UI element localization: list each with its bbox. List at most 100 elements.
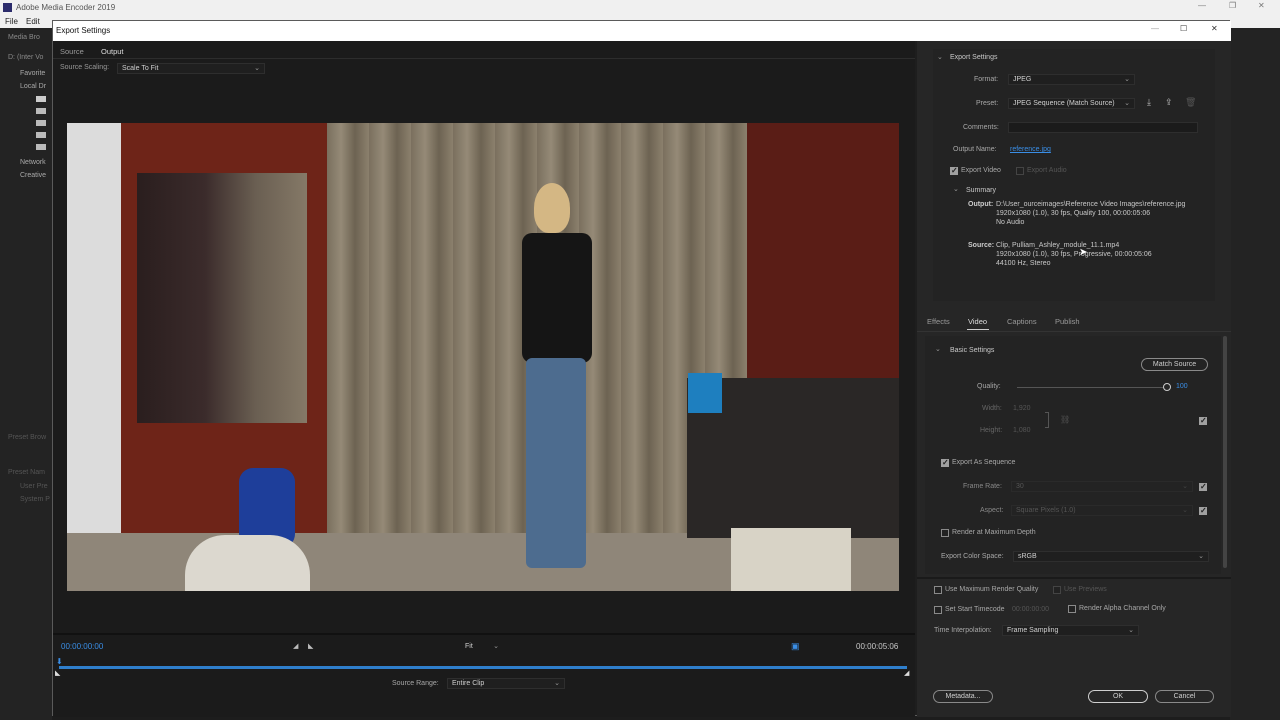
- ok-label: OK: [1112, 693, 1124, 700]
- set-start-timecode-checkbox[interactable]: [934, 606, 942, 614]
- export-as-sequence-checkbox[interactable]: [941, 458, 949, 467]
- close-icon[interactable]: ✕: [1258, 1, 1265, 10]
- menu-file[interactable]: File: [5, 17, 18, 26]
- fit-dropdown[interactable]: Fit ⌄: [460, 641, 504, 652]
- frame-rate-value: 30: [1016, 483, 1024, 490]
- tab-output[interactable]: Output: [101, 47, 124, 56]
- restore-icon[interactable]: ❐: [1229, 1, 1236, 10]
- fridge: [67, 123, 121, 553]
- bottom-divider: [917, 577, 1231, 579]
- dialog-minimize-icon[interactable]: —: [1151, 24, 1159, 33]
- minimize-icon[interactable]: —: [1198, 1, 1206, 10]
- cooler: [688, 373, 722, 413]
- dialog-maximize-icon[interactable]: ☐: [1180, 24, 1187, 33]
- playhead-icon[interactable]: ⬇: [56, 657, 63, 666]
- bg-folder-list: [36, 96, 46, 152]
- delete-preset-icon[interactable]: 🗑: [1185, 97, 1196, 108]
- export-settings-header: Export Settings: [950, 54, 998, 61]
- height-value[interactable]: 1,080: [1013, 427, 1031, 434]
- summary-collapse-icon[interactable]: ⌄: [953, 185, 959, 193]
- use-previews-label: Use Previews: [1064, 586, 1107, 593]
- render-alpha-checkbox[interactable]: [1068, 605, 1076, 613]
- render-alpha-label: Render Alpha Channel Only: [1079, 605, 1166, 612]
- time-interpolation-dropdown[interactable]: Frame Sampling ⌄: [1002, 625, 1139, 636]
- frame-rate-dropdown[interactable]: 30 ⌄: [1011, 481, 1193, 492]
- mark-in-icon[interactable]: ◢: [293, 642, 298, 650]
- output-name-link[interactable]: reference.jpg: [1010, 146, 1051, 153]
- app-logo-icon: [3, 3, 12, 12]
- tab-source[interactable]: Source: [60, 47, 84, 56]
- timeline-track[interactable]: [59, 666, 907, 669]
- chevron-down-icon: ⌄: [1124, 76, 1130, 83]
- basic-settings-header: Basic Settings: [950, 347, 995, 354]
- export-video-checkbox[interactable]: [950, 166, 958, 175]
- chevron-down-icon: ⌄: [254, 65, 260, 72]
- menu-edit[interactable]: Edit: [26, 17, 40, 26]
- export-color-space-dropdown[interactable]: sRGB ⌄: [1013, 551, 1209, 562]
- match-source-button[interactable]: Match Source: [1141, 358, 1208, 371]
- comments-field[interactable]: [1008, 122, 1198, 133]
- settings-pane: ⌄ Export Settings Format: JPEG ⌄ Preset:…: [917, 41, 1231, 717]
- match-dimensions-checkbox[interactable]: [1199, 416, 1207, 425]
- ok-button[interactable]: OK: [1088, 690, 1148, 703]
- aspect-dropdown[interactable]: Square Pixels (1.0) ⌄: [1011, 505, 1193, 516]
- source-scaling-value: Scale To Fit: [122, 65, 159, 72]
- source-scaling-dropdown[interactable]: Scale To Fit ⌄: [117, 63, 265, 74]
- width-value[interactable]: 1,920: [1013, 405, 1031, 412]
- tab-effects[interactable]: Effects: [927, 317, 950, 326]
- bg-label: Favorite: [20, 70, 46, 77]
- dialog-close-icon[interactable]: ✕: [1211, 24, 1218, 33]
- cancel-button[interactable]: Cancel: [1155, 690, 1214, 703]
- active-tab-underline: [967, 329, 989, 330]
- use-max-render-quality-checkbox[interactable]: [934, 586, 942, 594]
- app-titlebar: Adobe Media Encoder 2019 — ❐ ✕: [0, 0, 1280, 16]
- summary-source-line: 1920x1080 (1.0), 30 fps, Progressive, 00…: [996, 251, 1152, 258]
- scrollbar[interactable]: [1223, 336, 1227, 568]
- save-preset-icon[interactable]: ⤓: [1147, 97, 1151, 108]
- background-left-panel: Media Bro D: (Inter Vo Favorite Local Dr…: [0, 28, 52, 720]
- start-timecode-value[interactable]: 00:00:00:00: [1012, 606, 1049, 613]
- time-interpolation-label: Time Interpolation:: [934, 627, 992, 634]
- out-point-icon[interactable]: ◢: [904, 669, 909, 677]
- preset-label: Preset:: [976, 100, 999, 107]
- format-dropdown[interactable]: JPEG ⌄: [1008, 74, 1135, 85]
- export-audio-checkbox[interactable]: [1016, 167, 1024, 175]
- bg-label: Local Dr: [20, 83, 47, 90]
- export-audio-label: Export Audio: [1027, 167, 1067, 174]
- in-point-icon[interactable]: ◣: [55, 669, 60, 677]
- use-previews-checkbox[interactable]: [1053, 586, 1061, 594]
- bg-label: Preset Nam: [8, 469, 45, 476]
- summary-source-line: Clip, Pulliam_Ashley_module_11.1.mp4: [996, 242, 1120, 249]
- tab-publish[interactable]: Publish: [1055, 317, 1080, 326]
- quality-value[interactable]: 100: [1176, 383, 1188, 390]
- aspect-correction-icon[interactable]: ▣: [791, 641, 800, 652]
- mark-out-icon[interactable]: ◣: [308, 642, 313, 650]
- match-aspect-checkbox[interactable]: [1199, 506, 1207, 515]
- aspect-label: Aspect:: [980, 507, 1004, 514]
- link-icon[interactable]: ⛓: [1060, 415, 1070, 424]
- match-frame-rate-checkbox[interactable]: [1199, 482, 1207, 491]
- render-max-depth-label: Render at Maximum Depth: [952, 529, 1036, 536]
- box: [731, 528, 851, 591]
- chevron-down-icon: ⌄: [1128, 627, 1134, 634]
- quality-slider-handle[interactable]: [1163, 383, 1171, 391]
- summary-output-line: 1920x1080 (1.0), 30 fps, Quality 100, 00…: [996, 210, 1151, 217]
- quality-slider-track[interactable]: [1017, 387, 1167, 388]
- width-label: Width:: [982, 405, 1002, 412]
- person: [512, 183, 602, 583]
- import-preset-icon[interactable]: ⇪: [1165, 97, 1173, 108]
- render-max-depth-checkbox[interactable]: [941, 529, 949, 537]
- preset-dropdown[interactable]: JPEG Sequence (Match Source) ⌄: [1008, 98, 1135, 109]
- collapse-chevron-icon[interactable]: ⌄: [935, 345, 941, 353]
- chevron-down-icon: ⌄: [1182, 483, 1188, 490]
- export-settings-dialog: Export Settings — ☐ ✕ Source Output Sour…: [52, 20, 1231, 717]
- bg-label: Preset Brow: [8, 434, 47, 441]
- dog: [185, 535, 310, 591]
- source-range-dropdown[interactable]: Entire Clip ⌄: [447, 678, 565, 689]
- metadata-label: Metadata...: [945, 693, 981, 700]
- timecode-start[interactable]: 00:00:00:00: [61, 642, 103, 651]
- tab-video[interactable]: Video: [968, 317, 987, 326]
- metadata-button[interactable]: Metadata...: [933, 690, 993, 703]
- tab-captions[interactable]: Captions: [1007, 317, 1037, 326]
- collapse-chevron-icon[interactable]: ⌄: [937, 53, 943, 61]
